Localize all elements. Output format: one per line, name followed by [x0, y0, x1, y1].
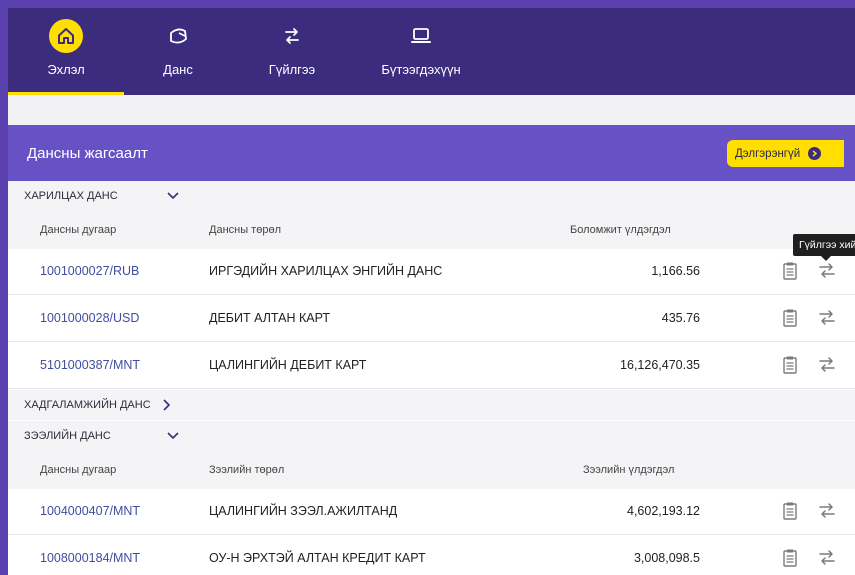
account-number-link[interactable]: 1004000407/MNT: [40, 504, 140, 518]
account-number-link[interactable]: 1001000027/RUB: [40, 264, 139, 278]
account-type: ЦАЛИНГИЙН ЗЭЭЛ.АЖИЛТАНД: [209, 504, 398, 518]
section-title: Дансны жагсаалт: [27, 145, 148, 162]
tab-transactions-label: Гүйлгээ: [268, 62, 316, 77]
account-balance: 16,126,470.35: [620, 358, 700, 372]
tab-products-label: Бүтээгдэхүүн: [381, 62, 461, 77]
chevron-down-icon[interactable]: [166, 189, 180, 203]
tab-accounts[interactable]: Данс: [124, 8, 232, 95]
transfer-icon[interactable]: [816, 500, 838, 522]
chevron-right-icon[interactable]: [160, 398, 174, 412]
account-balance: 3,008,098.5: [633, 551, 700, 565]
chevron-down-icon[interactable]: [166, 429, 180, 443]
top-nav: Эхлэл Данс Гүйлгээ Бүтээгдэхүүн: [8, 8, 855, 95]
account-type: ОУ-Н ЭРХТЭЙ АЛТАН КРЕДИТ КАРТ: [209, 551, 426, 565]
group-title: ЗЭЭЛИЙН ДАНС: [24, 430, 111, 442]
transfer-icon[interactable]: [816, 307, 838, 329]
details-button[interactable]: Дэлгэрэнгүй: [727, 140, 844, 167]
column-header-row: Дансны дугаар Зээлийн төрөл Зээлийн үлдэ…: [8, 451, 855, 489]
tab-home-label: Эхлэл: [47, 62, 85, 77]
wallet-icon: [161, 19, 195, 53]
col-balance: Боломжит үлдэгдэл: [570, 224, 671, 236]
account-balance: 4,602,193.12: [627, 504, 700, 518]
table-row: 5101000387/MNT ЦАЛИНГИЙН ДЕБИТ КАРТ 16,1…: [8, 343, 855, 389]
col-balance: Зээлийн үлдэгдэл: [583, 464, 675, 476]
transfer-icon[interactable]: [816, 260, 838, 282]
group-title: ХАДГАЛАМЖИЙН ДАНС: [24, 399, 151, 411]
account-balance: 435.76: [661, 311, 700, 325]
account-number-link[interactable]: 1008000184/MNT: [40, 551, 140, 565]
tab-transactions[interactable]: Гүйлгээ: [244, 8, 340, 95]
table-row: 1001000027/RUB ИРГЭДИЙН ХАРИЛЦАХ ЭНГИЙН …: [8, 249, 855, 295]
group-current-accounts: ХАРИЛЦАХ ДАНС: [8, 181, 855, 211]
accounts-summary-header: Дансны жагсаалт Дэлгэрэнгүй: [8, 125, 855, 181]
statement-icon[interactable]: [779, 500, 801, 522]
group-savings-accounts[interactable]: ХАДГАЛАМЖИЙН ДАНС: [8, 390, 855, 420]
transfer-icon: [275, 19, 309, 53]
group-loan-accounts: ЗЭЭЛИЙН ДАНС: [8, 421, 855, 451]
transfer-tooltip: Гүйлгээ хийх: [793, 234, 855, 261]
tab-home[interactable]: Эхлэл: [8, 8, 124, 95]
account-balance: 1,166.56: [651, 264, 700, 278]
spacer: [8, 95, 855, 125]
col-type: Дансны төрөл: [209, 224, 281, 236]
col-account: Дансны дугаар: [40, 224, 117, 236]
col-type: Зээлийн төрөл: [209, 464, 285, 476]
app-frame: Эхлэл Данс Гүйлгээ Бүтээгдэхүүн Дансны ж…: [0, 0, 855, 575]
account-number-link[interactable]: 1001000028/USD: [40, 311, 139, 325]
tab-products[interactable]: Бүтээгдэхүүн: [366, 8, 476, 95]
arrow-right-icon: [808, 147, 822, 160]
home-icon: [49, 19, 83, 53]
table-row: 1001000028/USD ДЕБИТ АЛТАН КАРТ 435.76: [8, 296, 855, 342]
statement-icon[interactable]: [779, 307, 801, 329]
table-row: 1004000407/MNT ЦАЛИНГИЙН ЗЭЭЛ.АЖИЛТАНД 4…: [8, 489, 855, 535]
account-number-link[interactable]: 5101000387/MNT: [40, 358, 140, 372]
account-type: ИРГЭДИЙН ХАРИЛЦАХ ЭНГИЙН ДАНС: [209, 264, 443, 278]
details-button-label: Дэлгэрэнгүй: [735, 147, 801, 160]
transfer-icon[interactable]: [816, 547, 838, 569]
statement-icon[interactable]: [779, 547, 801, 569]
column-header-row: Дансны дугаар Дансны төрөл Боломжит үлдэ…: [8, 211, 855, 249]
transfer-icon[interactable]: [816, 354, 838, 376]
statement-icon[interactable]: [779, 354, 801, 376]
col-account: Дансны дугаар: [40, 464, 117, 476]
account-type: ЦАЛИНГИЙН ДЕБИТ КАРТ: [209, 358, 367, 372]
table-row: 1008000184/MNT ОУ-Н ЭРХТЭЙ АЛТАН КРЕДИТ …: [8, 536, 855, 575]
tab-accounts-label: Данс: [163, 62, 193, 77]
statement-icon[interactable]: [779, 260, 801, 282]
account-type: ДЕБИТ АЛТАН КАРТ: [209, 311, 331, 325]
group-title: ХАРИЛЦАХ ДАНС: [24, 190, 118, 202]
laptop-icon: [404, 19, 438, 53]
